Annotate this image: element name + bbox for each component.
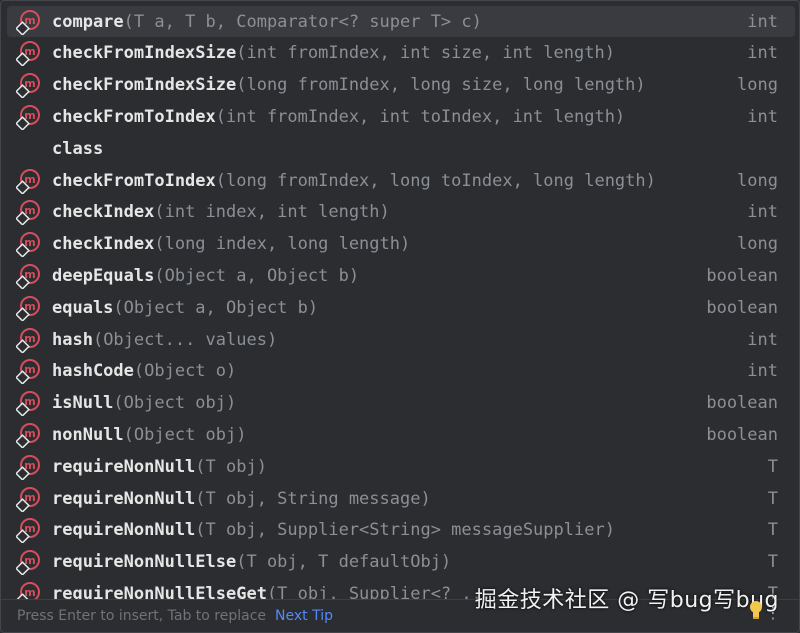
item-name: equals	[52, 297, 114, 318]
completion-item[interactable]: m requireNonNull (T obj) T	[7, 451, 795, 482]
method-icon: m	[16, 454, 42, 480]
method-icon: m	[16, 231, 42, 258]
completion-item[interactable]: m hashCode (Object o) int	[7, 356, 795, 387]
item-name: isNull	[52, 393, 114, 414]
completion-item[interactable]: m equals (Object a, Object b) boolean	[7, 292, 795, 323]
item-params: (Object... values)	[92, 329, 278, 350]
method-icon: m	[16, 422, 42, 448]
watermark: 掘金技术社区 @ 写bug写bug	[474, 588, 779, 613]
completion-item[interactable]: m checkIndex (long index, long length) long	[7, 229, 795, 260]
completion-item[interactable]: class	[7, 133, 795, 164]
item-return-type: boolean	[706, 393, 778, 414]
item-params: (Object a, Object b)	[154, 265, 360, 286]
item-name: requireNonNull	[52, 488, 196, 509]
completion-item[interactable]: m deepEquals (Object a, Object b) boolean	[7, 260, 795, 291]
completion-item[interactable]: m isNull (Object obj) boolean	[7, 388, 795, 419]
item-name: nonNull	[52, 424, 124, 445]
item-return-type: T	[767, 520, 778, 541]
method-icon: m	[16, 390, 42, 417]
item-return-type: boolean	[706, 265, 778, 286]
item-name: deepEquals	[52, 265, 155, 286]
completion-item[interactable]: m checkIndex (int index, int length) int	[7, 197, 795, 228]
item-return-type: T	[767, 488, 778, 509]
item-return-type: int	[747, 329, 778, 350]
more-options-icon[interactable]: ⋮	[765, 603, 781, 622]
item-name: hash	[52, 329, 93, 350]
item-params: (T a, T b, Comparator<? super T> c)	[123, 11, 482, 32]
item-return-type: int	[747, 202, 778, 223]
method-icon: m	[16, 486, 42, 512]
method-icon: m	[16, 263, 42, 289]
item-return-type: int	[747, 43, 778, 64]
item-params: (Object a, Object b)	[113, 297, 319, 318]
item-params: (Object o)	[133, 361, 237, 382]
item-params: (Object obj)	[123, 424, 247, 445]
item-return-type: long	[737, 234, 778, 255]
item-return-type: T	[767, 552, 778, 573]
item-return-type: int	[747, 361, 778, 382]
method-icon: m	[16, 168, 42, 194]
item-params: (int fromIndex, int toIndex, int length)	[215, 106, 626, 127]
footer-hint: Press Enter to insert, Tab to replace	[17, 608, 267, 624]
item-name: checkFromIndexSize	[52, 75, 237, 96]
item-params: (T obj, T defaultObj)	[236, 552, 452, 573]
method-icon: m	[16, 104, 42, 130]
completion-item[interactable]: m checkFromToIndex (long fromIndex, long t…	[7, 165, 795, 196]
method-icon: m	[16, 358, 42, 385]
item-params: (T obj)	[195, 456, 267, 477]
method-icon: m	[16, 199, 42, 226]
completion-item[interactable]: m hash (Object... values) int	[7, 324, 795, 355]
method-icon: m	[16, 72, 42, 99]
next-tip-link[interactable]: Next Tip	[275, 608, 333, 624]
item-return-type: boolean	[706, 297, 778, 318]
item-params: (T obj, String message)	[195, 488, 431, 509]
completion-item[interactable]: m requireNonNullElse (T obj, T defaultObj)…	[7, 547, 795, 578]
completion-item[interactable]: m compare (T a, T b, Comparator<? super T>…	[7, 6, 795, 37]
item-name: class	[52, 138, 104, 159]
item-return-type: int	[747, 11, 778, 32]
item-name: hashCode	[52, 361, 134, 382]
item-name: requireNonNullElse	[52, 552, 237, 573]
item-name: requireNonNull	[52, 520, 196, 541]
item-params: (int fromIndex, int size, int length)	[236, 43, 615, 64]
item-name: checkFromToIndex	[52, 170, 216, 191]
item-name: checkFromIndexSize	[52, 43, 237, 64]
item-params: (Object obj)	[113, 393, 237, 414]
method-icon: m	[16, 9, 42, 35]
item-name: requireNonNull	[52, 456, 196, 477]
item-params: (long index, long length)	[154, 234, 411, 255]
completion-item[interactable]: m requireNonNull (T obj, String message) T	[7, 483, 795, 514]
method-icon: m	[16, 549, 42, 576]
completion-item[interactable]: m requireNonNull (T obj, Supplier<String> …	[7, 515, 795, 546]
item-name: checkIndex	[52, 234, 155, 255]
item-return-type: int	[747, 106, 778, 127]
item-params: (long fromIndex, long size, long length)	[236, 75, 646, 96]
completion-item[interactable]: m checkFromIndexSize (long fromIndex, long…	[7, 70, 795, 101]
item-name: checkFromToIndex	[52, 106, 216, 127]
completion-item[interactable]: m checkFromIndexSize (int fromIndex, int s…	[7, 38, 795, 69]
method-icon: m	[16, 295, 42, 321]
icon-placeholder	[16, 136, 42, 162]
item-name: checkIndex	[52, 202, 155, 223]
item-return-type: long	[737, 170, 778, 191]
item-return-type: T	[767, 456, 778, 477]
item-return-type: long	[737, 75, 778, 96]
lightbulb-icon[interactable]	[749, 600, 763, 624]
completion-item[interactable]: m checkFromToIndex (int fromIndex, int toI…	[7, 101, 795, 132]
item-params: (long fromIndex, long toIndex, long leng…	[215, 170, 656, 191]
method-icon: m	[16, 40, 42, 67]
item-params: (T obj, Supplier<String> messageSupplier…	[195, 520, 615, 541]
item-name: compare	[52, 11, 124, 32]
method-icon: m	[16, 517, 42, 544]
completion-list: m compare (T a, T b, Comparator<? super T>…	[1, 6, 799, 601]
completion-popup: m compare (T a, T b, Comparator<? super T>…	[0, 0, 800, 633]
item-params: (int index, int length)	[154, 202, 390, 223]
method-icon: m	[16, 581, 42, 601]
item-return-type: boolean	[706, 424, 778, 445]
completion-item[interactable]: m nonNull (Object obj) boolean	[7, 419, 795, 450]
method-icon: m	[16, 327, 42, 353]
